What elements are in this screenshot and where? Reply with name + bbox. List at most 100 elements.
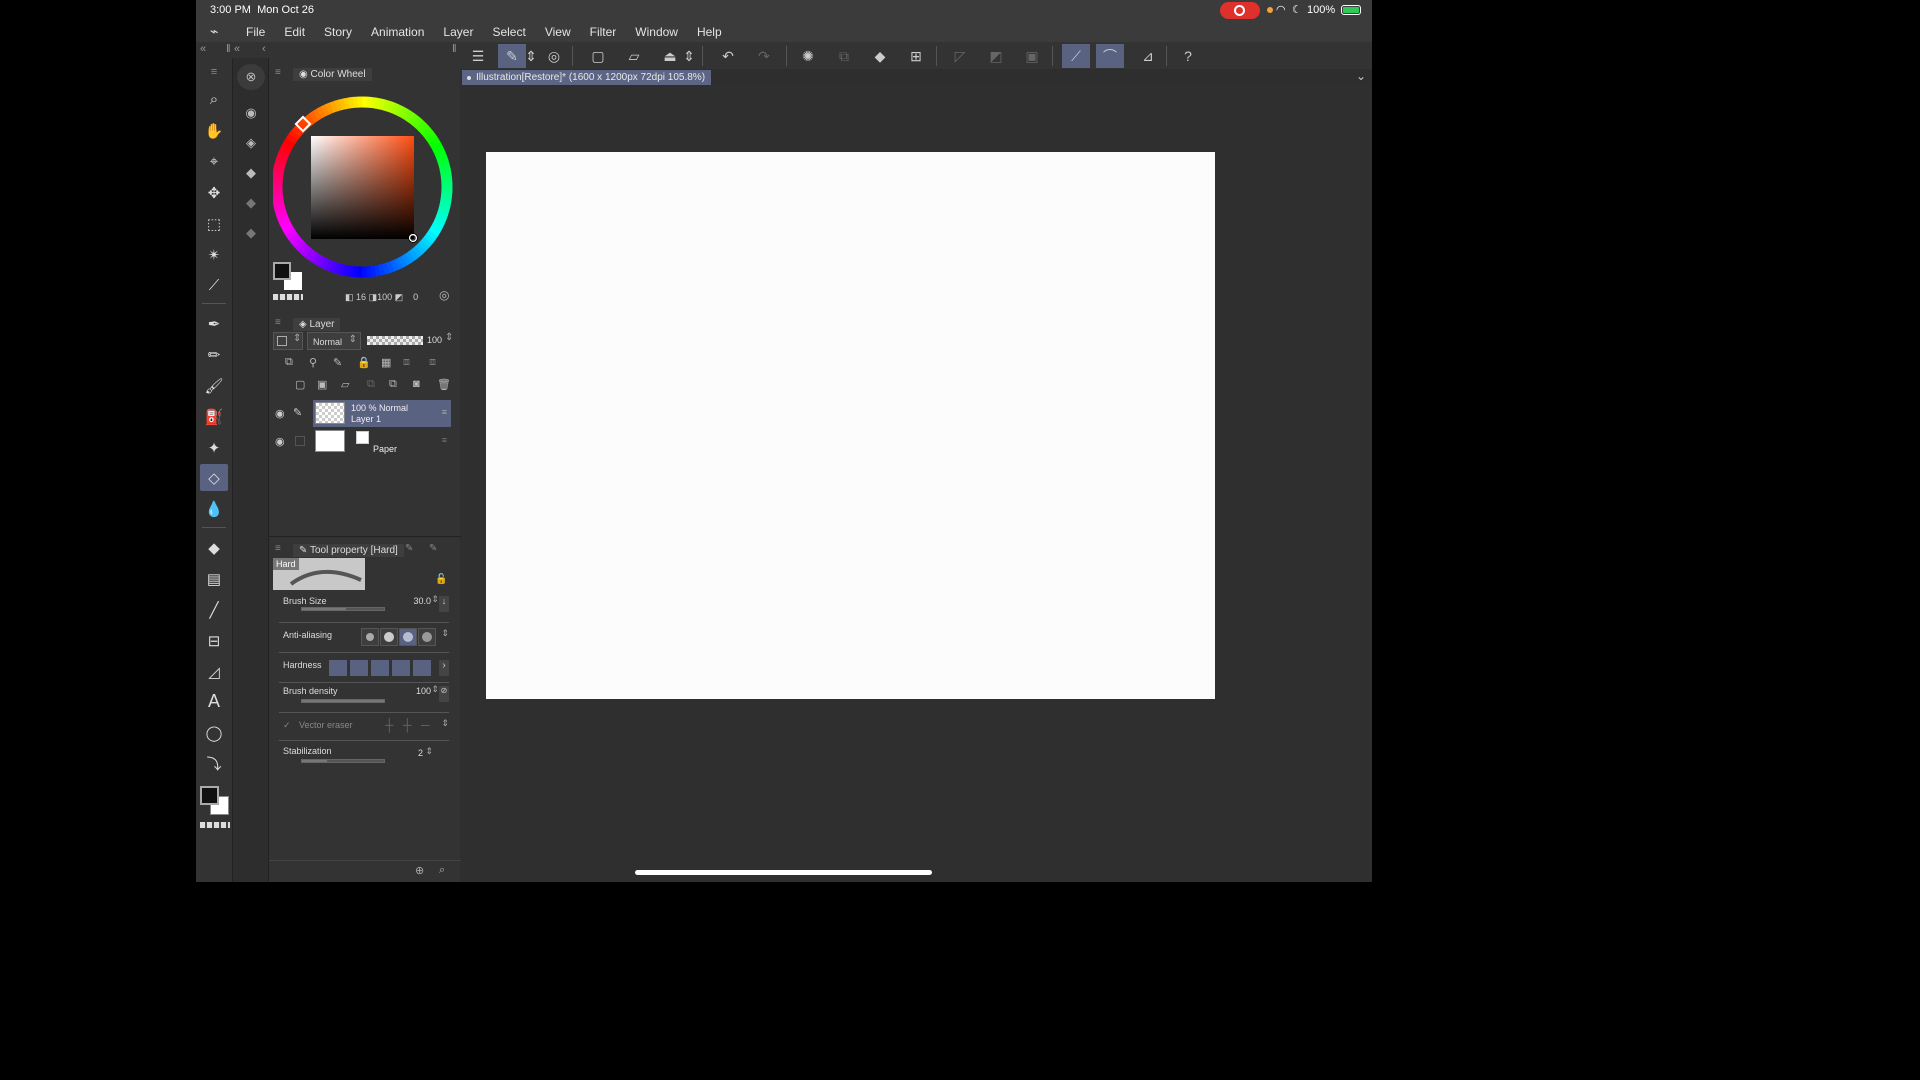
new-raster-layer-icon[interactable]: ▢ [295,378,305,391]
clear-selection-icon[interactable]: ⧉ [830,44,858,68]
color-wheel-title[interactable]: ◉ Color Wheel [293,68,372,81]
menu-view[interactable]: View [545,25,571,39]
menu-story[interactable]: Story [324,25,352,39]
stabilization-slider[interactable] [301,759,385,763]
vector-eraser-option-2-icon[interactable]: ┼ [403,718,412,732]
layer-mask-icon[interactable]: ◙ [413,378,420,390]
snap-grid-icon[interactable]: ⊿ [1134,44,1162,68]
eraser-vector-icon[interactable]: ◆ [237,220,265,246]
brush-size-slider[interactable] [301,607,385,611]
open-folder-icon[interactable]: ▱ [620,44,648,68]
edit-target-empty[interactable] [295,436,305,446]
brush-size-stepper-icon[interactable]: ⇕ [431,594,439,605]
hardness-level-1[interactable] [329,660,347,676]
eraser-soft-icon[interactable]: ◆ [237,190,265,216]
operation-tool-icon[interactable]: ⌖ [200,148,228,175]
brush-size-row[interactable]: Brush Size 30.0 ⇕ ↓ [279,594,449,622]
reference-layer-icon[interactable]: ⚲ [309,356,317,369]
menu-window[interactable]: Window [635,25,678,39]
auto-select-tool-icon[interactable]: ✴ [200,241,228,268]
menu-edit[interactable]: Edit [284,25,305,39]
fill-bucket-icon[interactable]: ◆ [866,44,894,68]
figure-tool-icon[interactable]: ╱ [200,596,228,623]
ruler-display-icon[interactable]: ⧈ [429,356,436,369]
stabilization-row[interactable]: Stabilization 2 ⇕ [279,744,449,772]
vector-eraser-stepper-icon[interactable]: ⇕ [441,718,449,729]
hardness-level-5[interactable] [413,660,431,676]
menu-filter[interactable]: Filter [590,25,617,39]
color-wheel[interactable] [271,94,459,282]
draft-layer-icon[interactable]: ✎ [333,356,342,369]
invert-selection-icon[interactable]: ◩ [982,44,1010,68]
menu-layer[interactable]: Layer [443,25,473,39]
speech-balloon-tool-icon[interactable]: ◯ [200,719,228,746]
stabilization-stepper-icon[interactable]: ⇕ [425,746,433,757]
aa-stepper-icon[interactable]: ⇕ [441,628,449,639]
opacity-stepper-icon[interactable]: ⇕ [445,332,453,343]
hardness-level-2[interactable] [350,660,368,676]
tool-property-grip-icon[interactable]: ≡ [275,543,281,554]
panel-grip-icon[interactable]: ≡ [275,67,281,78]
blend-tool-icon[interactable]: 💧 [200,495,228,522]
duplicate-layer-icon[interactable]: ⧉ [389,378,397,391]
hardness-level-3[interactable] [371,660,389,676]
color-wheel-tab-icon[interactable]: ◉ [237,100,265,126]
brush-settings-icon[interactable]: ✎ [429,543,437,554]
hide-outside-icon[interactable]: ◸ [946,44,974,68]
hardness-level-4[interactable] [392,660,410,676]
layer-color-toggle[interactable]: ⇕ [273,332,303,350]
brush-density-slider[interactable] [301,699,385,703]
menu-select[interactable]: Select [492,25,525,39]
lock-transparency-icon[interactable]: ▦ [381,356,391,369]
transform-icon[interactable]: ⊞ [902,44,930,68]
menu-file[interactable]: File [246,25,265,39]
brush-density-row[interactable]: Brush density 100 ⇕ ⊘ [279,684,449,712]
text-tool-icon[interactable]: A [200,688,228,715]
visibility-eye-icon[interactable]: ◉ [275,407,285,420]
sub-tool-detail-icon[interactable]: ✎ [405,543,413,554]
redo-icon[interactable]: ↷ [750,44,778,68]
save-chevron-icon[interactable]: ⇕ [682,44,696,68]
move-layer-tool-icon[interactable]: ✥ [200,179,228,206]
selection-tool-icon[interactable]: ⬚ [200,210,228,237]
vector-eraser-option-1-icon[interactable]: ┼ [385,718,394,732]
delete-layer-icon[interactable]: 🗑 [437,378,451,391]
edit-mode-icon[interactable]: ✎ [498,44,526,68]
menu-animation[interactable]: Animation [371,25,424,39]
eraser-hard-icon[interactable]: ◆ [237,160,265,186]
hardness-row[interactable]: Hardness › [279,656,449,684]
transparent-chip-mini[interactable] [273,294,303,300]
layer-menu-icon[interactable]: ≡ [442,407,447,417]
hand-tool-icon[interactable]: ✋ [200,117,228,144]
mode-switch-chevron-icon[interactable]: ⇕ [524,44,538,68]
transparent-color-chip[interactable] [200,822,230,828]
eraser-tool-icon[interactable]: ◇ [200,464,228,491]
layer-row[interactable]: ◉ Paper ≡ [269,428,455,455]
correct-line-tool-icon[interactable]: ⤵ [200,750,228,777]
density-pressure-icon[interactable]: ⊘ [439,686,449,702]
document-tab[interactable]: Illustration[Restore]* (1600 x 1200px 72… [462,70,712,85]
opacity-slider[interactable] [367,336,423,345]
new-folder-icon[interactable]: ▱ [341,378,349,391]
blend-mode-select[interactable]: Normal ⇕ [307,332,361,350]
layer-row-body[interactable]: 100 % Normal Layer 1 ≡ [313,400,451,427]
layer-menu-icon[interactable]: ≡ [442,435,447,445]
layer-row[interactable]: ◉ ✎ 100 % Normal Layer 1 ≡ [269,400,455,427]
airbrush-tool-icon[interactable]: ⛽ [200,403,228,430]
vector-eraser-option-3-icon[interactable]: ─ [421,718,430,732]
mask-enable-icon[interactable]: ⧈ [403,356,410,369]
density-stepper-icon[interactable]: ⇕ [431,684,439,695]
main-color-swatch[interactable] [200,786,219,805]
layer-panel-title[interactable]: ◈ Layer [293,318,341,331]
collapse-subtool-icon[interactable]: ‹ [262,43,266,55]
new-canvas-icon[interactable]: ▢ [584,44,612,68]
visibility-eye-icon[interactable]: ◉ [275,435,285,448]
clip-lower-layer-icon[interactable]: ⧉ [285,356,293,369]
selection-border-icon[interactable]: ▣ [1018,44,1046,68]
color-wheel-settings-icon[interactable]: ◎ [439,288,449,302]
restore-initial-settings-icon[interactable]: ⊕ [415,864,424,877]
main-color-chips[interactable] [200,786,230,816]
aa-medium-option[interactable] [399,628,417,646]
aa-strong-option[interactable] [418,628,436,646]
transfer-to-lower-icon[interactable]: ⧉ [367,378,375,391]
